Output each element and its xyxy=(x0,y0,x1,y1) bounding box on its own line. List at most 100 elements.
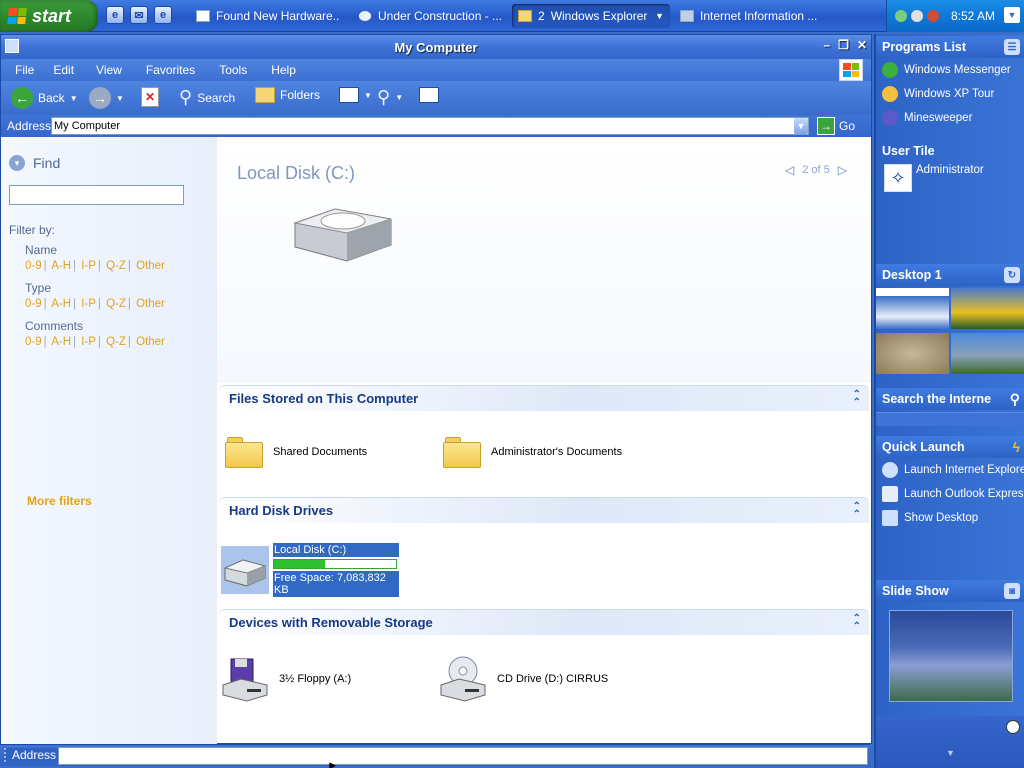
program-windows-xp-tour[interactable]: Windows XP Tour xyxy=(876,82,1024,106)
desktop-thumbnail[interactable] xyxy=(876,288,949,329)
deskbar-address-input[interactable] xyxy=(58,747,868,765)
window-title: My Computer xyxy=(394,39,478,55)
previous-arrow-icon[interactable]: ◁ xyxy=(785,163,794,177)
filter-link[interactable]: Other xyxy=(136,298,165,310)
hardware-icon[interactable] xyxy=(911,10,923,22)
quick-launch-outlook[interactable]: Launch Outlook Express xyxy=(876,482,1024,506)
back-button[interactable]: ← Back ▼ xyxy=(11,87,78,109)
section-header[interactable]: Devices with Removable Storage ⌃ ⌃ xyxy=(219,609,869,635)
filter-link[interactable]: Other xyxy=(136,260,165,272)
section-header[interactable]: Files Stored on This Computer ⌃ ⌃ xyxy=(219,385,869,411)
magnifier-icon: ⚲ xyxy=(377,87,391,107)
task-found-new-hardware[interactable]: Found New Hardware... xyxy=(190,4,340,28)
find-input[interactable] xyxy=(9,185,184,205)
menu-edit[interactable]: Edit xyxy=(53,63,96,77)
filter-link[interactable]: 0-9 xyxy=(25,298,42,310)
user-row[interactable]: ✧ Administrator xyxy=(876,162,1024,194)
menu-file[interactable]: File xyxy=(15,63,53,77)
quick-label: Launch Outlook Express xyxy=(904,488,1024,500)
filter-link[interactable]: A-H xyxy=(51,260,71,272)
forward-button[interactable]: → ▼ xyxy=(89,87,124,109)
start-button[interactable]: start xyxy=(0,0,98,32)
zoom-button[interactable]: ⚲ ▼ xyxy=(377,87,403,108)
program-windows-messenger[interactable]: Windows Messenger xyxy=(876,58,1024,82)
task-under-construction[interactable]: Under Construction - ... xyxy=(352,4,502,28)
collapse-chevron-icon[interactable]: ⌃ ⌃ xyxy=(853,502,861,520)
restore-icon[interactable]: ❐ xyxy=(838,38,849,52)
menu-tools[interactable]: Tools xyxy=(219,63,271,77)
views-button[interactable]: ▼ xyxy=(339,87,372,103)
desktop-thumbnail[interactable] xyxy=(951,288,1024,329)
chevron-down-icon[interactable]: ▼ xyxy=(794,118,808,134)
chevron-down-icon[interactable]: ▼ xyxy=(116,94,124,103)
tile-user: User Tile ✧ Administrator xyxy=(876,140,1024,194)
search-icon[interactable]: ⚲ xyxy=(1010,391,1020,408)
next-arrow-icon[interactable]: ▷ xyxy=(838,163,847,177)
outlook-express-icon[interactable]: ✉ xyxy=(130,6,148,24)
tile-header[interactable]: Search the Interne ⚲ xyxy=(876,388,1024,410)
go-button[interactable]: → Go xyxy=(817,117,855,135)
folders-button[interactable]: Folders xyxy=(255,87,320,103)
filter-link[interactable]: A-H xyxy=(51,298,71,310)
drive-local-disk-c[interactable]: Local Disk (C:) Free Space: 7,083,832 KB xyxy=(221,543,399,597)
program-minesweeper[interactable]: Minesweeper xyxy=(876,106,1024,130)
filter-link[interactable]: Q-Z xyxy=(106,260,126,272)
section-header[interactable]: Hard Disk Drives ⌃ ⌃ xyxy=(219,497,869,523)
tile-header[interactable]: Desktop 1 ↻ xyxy=(876,264,1024,286)
security-alert-icon[interactable] xyxy=(927,10,939,22)
menu-favorites[interactable]: Favorites xyxy=(146,63,219,77)
filter-link[interactable]: A-H xyxy=(51,336,71,348)
minimize-icon[interactable]: – xyxy=(823,38,830,52)
folder-administrator-documents[interactable]: Administrator's Documents xyxy=(443,437,622,468)
camera-icon[interactable]: ◙ xyxy=(1004,583,1020,599)
filter-link[interactable]: Q-Z xyxy=(106,336,126,348)
computer-icon[interactable] xyxy=(5,39,19,53)
more-filters-link[interactable]: More filters xyxy=(27,494,92,508)
task-windows-explorer[interactable]: 2 Windows Explorer ▼ xyxy=(512,4,670,28)
filter-link[interactable]: 0-9 xyxy=(25,260,42,272)
chevron-down-icon[interactable]: ▼ xyxy=(70,94,78,103)
desktop-thumbnail[interactable] xyxy=(876,333,949,374)
desktop-thumbnail[interactable] xyxy=(951,333,1024,374)
filter-link[interactable]: 0-9 xyxy=(25,336,42,348)
title-bar[interactable]: My Computer – ❐ ✕ xyxy=(1,35,871,59)
delete-button[interactable]: ✕ xyxy=(141,87,159,107)
menu-view[interactable]: View xyxy=(96,63,146,77)
filter-link[interactable]: I-P xyxy=(81,298,96,310)
tile-header[interactable]: Programs List ☰ xyxy=(876,36,1024,58)
find-header[interactable]: ▾ Find xyxy=(9,155,60,171)
search-button[interactable]: ⚲ Search xyxy=(179,87,235,108)
chevron-down-icon[interactable]: ▼ xyxy=(946,748,955,758)
address-input[interactable]: My Computer xyxy=(51,117,809,135)
drive-cd-d[interactable]: CD Drive (D:) CIRRUS xyxy=(439,655,608,703)
quick-launch-ie[interactable]: Launch Internet Explore xyxy=(876,458,1024,482)
refresh-icon[interactable]: ↻ xyxy=(1004,267,1020,283)
close-icon[interactable]: ✕ xyxy=(857,38,867,52)
filter-link[interactable]: I-P xyxy=(81,336,96,348)
quick-launch-show-desktop[interactable]: Show Desktop xyxy=(876,506,1024,530)
chevron-down-icon[interactable]: ▼ xyxy=(1004,7,1020,23)
collapse-chevron-icon[interactable]: ⌃ ⌃ xyxy=(853,614,861,632)
drive-floppy-a[interactable]: 3½ Floppy (A:) xyxy=(221,655,351,703)
task-internet-information[interactable]: Internet Information ... xyxy=(674,4,820,28)
sidebar-search-input[interactable] xyxy=(876,412,1024,426)
details-button[interactable] xyxy=(419,87,439,103)
slide-show-image[interactable] xyxy=(889,610,1013,702)
item-label: 3½ Floppy (A:) xyxy=(279,673,352,685)
folder-shared-documents[interactable]: Shared Documents xyxy=(225,437,367,468)
filter-link[interactable]: Q-Z xyxy=(106,298,126,310)
internet-explorer-icon[interactable]: e xyxy=(106,6,124,24)
tile-header[interactable]: Slide Show ◙ xyxy=(876,580,1024,602)
tile-header[interactable]: Quick Launch ϟ xyxy=(876,436,1024,458)
show-desktop-icon[interactable]: e xyxy=(154,6,172,24)
clock[interactable]: 8:52 AM xyxy=(951,9,995,23)
collapse-chevron-icon[interactable]: ⌃ ⌃ xyxy=(853,390,861,408)
filter-group-title: Name xyxy=(25,243,58,257)
clock-icon[interactable] xyxy=(1006,720,1020,734)
menu-help[interactable]: Help xyxy=(271,63,315,77)
network-icon[interactable] xyxy=(895,10,907,22)
filter-link[interactable]: Other xyxy=(136,336,165,348)
toolbar: ← Back ▼ → ▼ ✕ ⚲ Search Folders ▼ ⚲ ▼ xyxy=(1,81,871,115)
filter-link[interactable]: I-P xyxy=(81,260,96,272)
tile-header[interactable]: User Tile xyxy=(876,140,1024,162)
